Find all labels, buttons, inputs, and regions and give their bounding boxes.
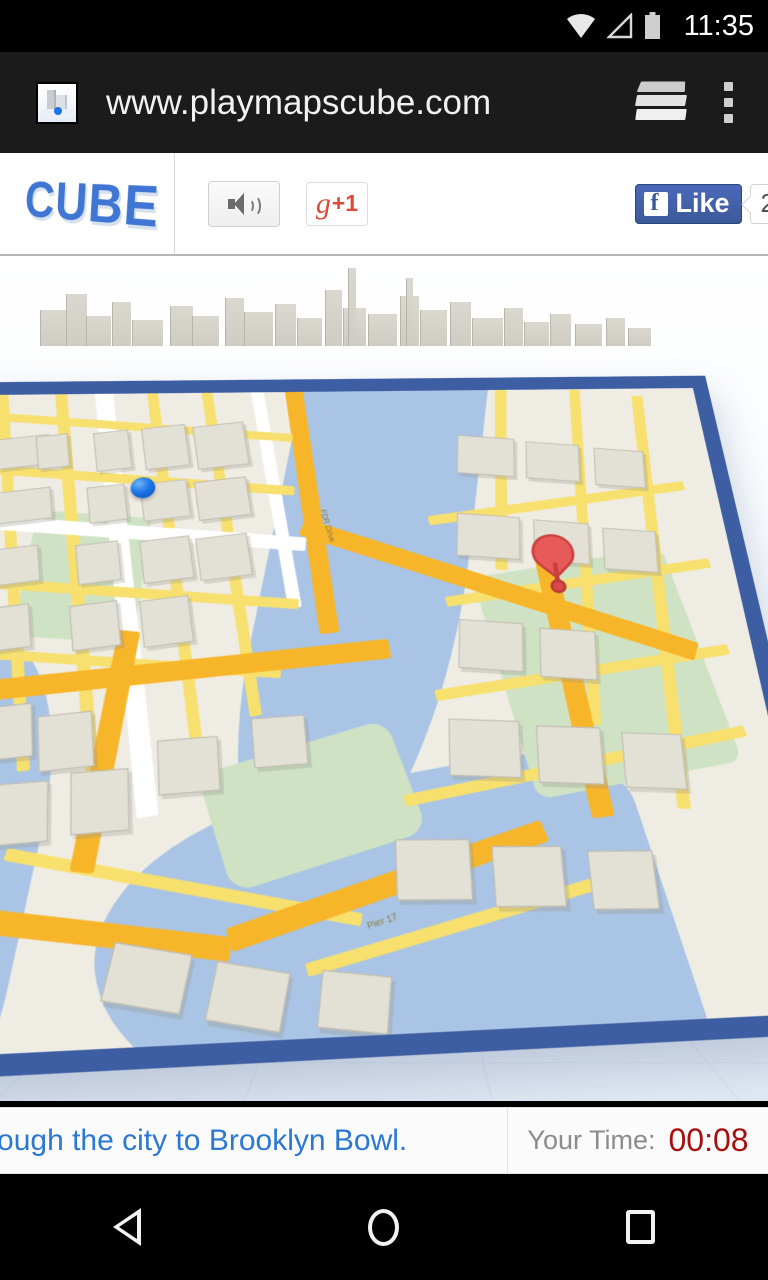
map-building: [491, 845, 568, 908]
map-building: [86, 483, 129, 524]
mission-cell: Roll through the city to Brooklyn Bowl.: [0, 1108, 508, 1173]
gplus-plus-one-label: +1: [331, 190, 359, 216]
map-building: [192, 421, 250, 470]
site-header: CUBE g +1 Like 2: [0, 153, 768, 256]
header-actions: g +1 Like 2: [175, 153, 768, 254]
favicon-building-tall: [47, 89, 56, 109]
gplus-g-letter: g: [315, 186, 331, 220]
map-street: [305, 862, 650, 978]
map-building: [587, 850, 661, 910]
map-building: [37, 710, 95, 773]
map-building: [70, 767, 130, 836]
back-icon[interactable]: [113, 1208, 142, 1246]
map-building: [539, 627, 598, 681]
map-highway: [69, 629, 141, 874]
map-building: [69, 600, 122, 652]
site-logo-text: CUBE: [23, 172, 162, 241]
game-status-strip: Roll through the city to Brooklyn Bowl. …: [0, 1107, 768, 1174]
menu-dot-2: [724, 98, 733, 107]
google-plus-one-button[interactable]: g +1: [306, 181, 368, 226]
map-building: [35, 433, 71, 470]
tab-sheet-top: [636, 80, 686, 92]
map-building: [193, 476, 252, 521]
game-canvas[interactable]: FDR Drive Pier 17: [0, 256, 768, 1101]
map-surface: FDR Drive Pier 17: [0, 388, 768, 1059]
facebook-like-button[interactable]: Like: [634, 183, 742, 224]
timer-label: Your Time:: [527, 1125, 656, 1155]
map-water-west: [0, 625, 83, 1059]
map-building: [100, 941, 193, 1015]
facebook-like-count: 2: [749, 183, 768, 224]
map-cube[interactable]: FDR Drive Pier 17: [0, 375, 768, 1083]
facebook-like-label: Like: [675, 188, 730, 218]
map-building: [250, 714, 309, 769]
map-building: [458, 619, 524, 673]
android-status-bar: 11:35: [0, 0, 768, 52]
site-favicon-icon: [36, 81, 78, 124]
map-building: [394, 839, 474, 901]
home-icon[interactable]: [367, 1208, 399, 1246]
cellular-signal-icon: [606, 13, 632, 39]
map-highway: [0, 638, 392, 702]
map-building: [316, 969, 393, 1035]
map-water-bay: [79, 735, 717, 1059]
map-building: [525, 441, 581, 482]
map-building: [139, 535, 195, 585]
map-building: [204, 960, 291, 1034]
map-building: [602, 527, 659, 573]
map-building: [621, 732, 688, 790]
sound-toggle-button[interactable]: [208, 180, 280, 227]
menu-dot-3: [724, 114, 733, 123]
map-street: [402, 725, 748, 807]
map-building: [93, 429, 133, 472]
favicon-image: [38, 83, 76, 122]
speaker-wave-outer: [247, 194, 261, 217]
facebook-f-icon: [643, 190, 668, 217]
map-building: [456, 512, 521, 560]
overflow-menu-icon[interactable]: [724, 82, 734, 123]
battery-icon: [644, 12, 660, 39]
status-icon-group: 11:35: [566, 10, 754, 43]
map-building: [138, 595, 195, 648]
tab-sheet-middle: [635, 94, 687, 106]
address-bar-url[interactable]: www.playmapscube.com: [106, 83, 636, 123]
timer-value: 00:08: [668, 1122, 749, 1158]
city-skyline-backdrop: [0, 256, 768, 346]
map-highway: [225, 819, 550, 953]
wifi-icon: [566, 13, 595, 39]
street-label: Pier 17: [365, 910, 399, 932]
map-park-south: [197, 719, 429, 894]
map-building: [456, 434, 515, 478]
recents-icon[interactable]: [625, 1210, 655, 1244]
map-building: [0, 702, 33, 764]
pin-foot: [549, 579, 568, 594]
speaker-icon: [228, 192, 261, 217]
status-clock: 11:35: [683, 9, 754, 42]
map-building: [75, 540, 122, 586]
map-building: [195, 532, 253, 582]
map-building: [156, 735, 221, 796]
tab-sheet-bottom: [635, 108, 687, 120]
map-building: [0, 603, 32, 655]
android-nav-bar: [0, 1174, 768, 1280]
favicon-blue-dot: [54, 106, 62, 115]
map-building: [448, 718, 522, 779]
menu-dot-1: [724, 82, 733, 91]
mission-text: Roll through the city to Brooklyn Bowl.: [0, 1123, 408, 1157]
tabs-stack-icon[interactable]: [635, 79, 688, 127]
map-cube-face[interactable]: FDR Drive Pier 17: [0, 375, 768, 1083]
map-highway: [0, 899, 233, 962]
speaker-cone: [234, 192, 244, 215]
timer-cell: Your Time: 00:08: [508, 1108, 768, 1173]
site-logo[interactable]: CUBE: [0, 153, 175, 254]
browser-toolbar: www.playmapscube.com: [0, 52, 768, 153]
map-building: [535, 725, 605, 785]
map-street: [3, 847, 363, 927]
map-building: [593, 447, 646, 489]
map-building: [0, 780, 49, 848]
map-building: [141, 424, 191, 471]
map-building: [0, 544, 41, 588]
facebook-like-group: Like 2: [634, 183, 768, 224]
